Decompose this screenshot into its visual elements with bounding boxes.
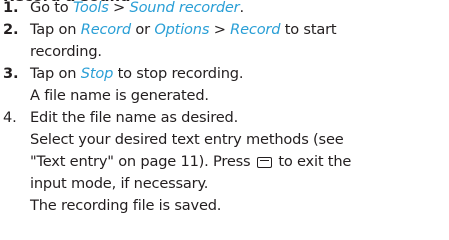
step-text: A file name is generated. bbox=[30, 87, 209, 104]
manual-page: Record a sound 1. Go to Tools > Sound re… bbox=[0, 0, 449, 240]
step-text: Edit the file name as desired. bbox=[30, 109, 239, 126]
menu-link-sound-recorder[interactable]: Sound recorder bbox=[130, 0, 240, 16]
step-text: Tap on bbox=[30, 21, 81, 38]
menu-link-record[interactable]: Record bbox=[81, 21, 131, 38]
menu-key-icon bbox=[256, 156, 272, 168]
step-3: 3. Tap on Stop to stop recording. A file… bbox=[3, 63, 445, 107]
step-text: to stop recording. bbox=[113, 65, 244, 82]
step-text: to exit the bbox=[273, 153, 352, 170]
step-text: Select your desired text entry methods (… bbox=[30, 131, 344, 148]
menu-link-record-2[interactable]: Record bbox=[230, 21, 280, 38]
step-1: 1. Go to Tools > Sound recorder. bbox=[3, 0, 445, 19]
step-text: Tap on bbox=[30, 65, 81, 82]
step-2: 2. Tap on Record or Options > Record to … bbox=[3, 19, 445, 63]
menu-link-tools[interactable]: Tools bbox=[73, 0, 109, 16]
step-number: 3. bbox=[3, 65, 19, 82]
step-text: input mode, if necessary. bbox=[30, 175, 209, 192]
step-text: to start bbox=[280, 21, 337, 38]
step-4: 4. Edit the file name as desired. Select… bbox=[3, 107, 445, 217]
step-text: "Text entry" on page 11). Press bbox=[30, 153, 255, 170]
step-text: recording. bbox=[30, 43, 102, 60]
step-text: > bbox=[209, 21, 231, 38]
menu-link-options[interactable]: Options bbox=[154, 21, 209, 38]
step-text: The recording file is saved. bbox=[30, 197, 222, 214]
step-number: 1. bbox=[3, 0, 19, 16]
step-number: 4. bbox=[3, 109, 17, 126]
step-text: Go to bbox=[30, 0, 73, 16]
step-text: or bbox=[130, 21, 155, 38]
step-number: 2. bbox=[3, 21, 19, 38]
menu-link-stop[interactable]: Stop bbox=[81, 65, 114, 82]
step-text: > bbox=[108, 0, 130, 16]
step-text: . bbox=[239, 0, 244, 16]
